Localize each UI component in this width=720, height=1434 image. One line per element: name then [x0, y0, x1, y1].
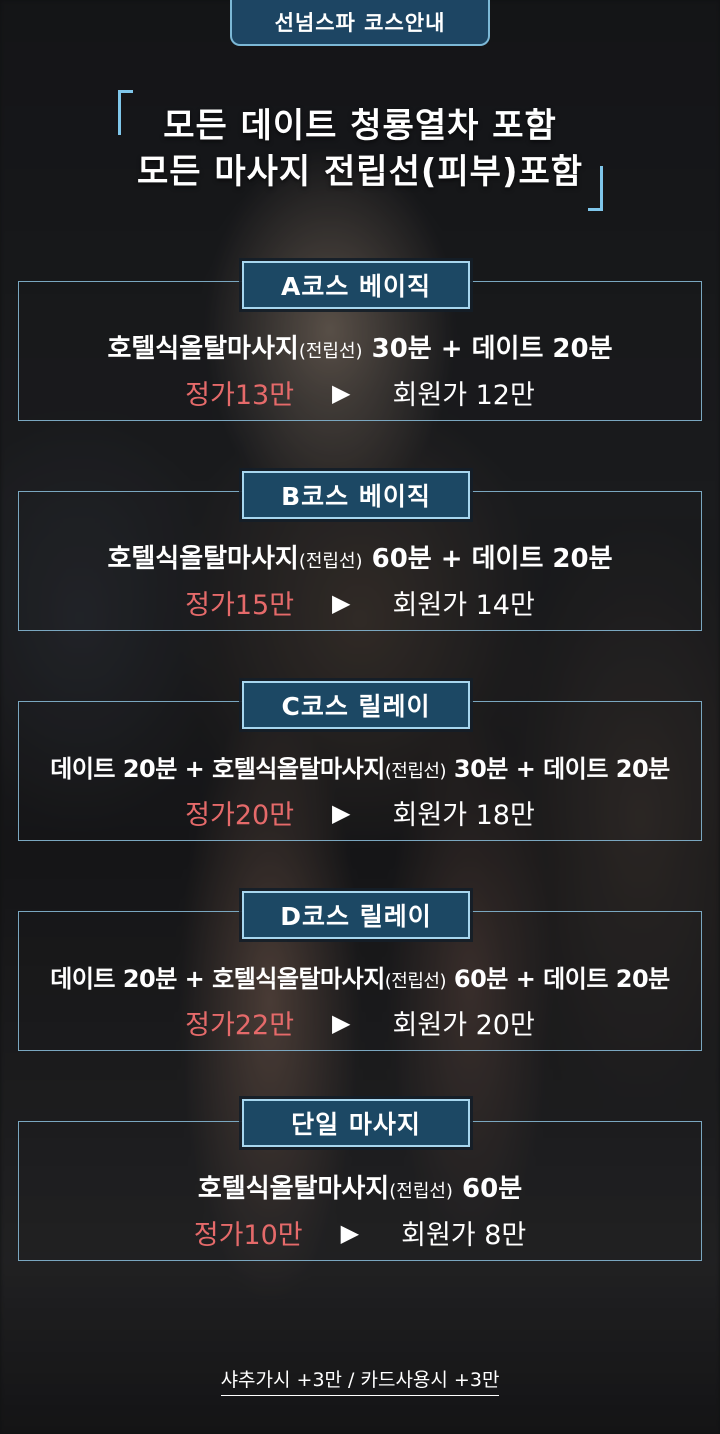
description-tail: 60분 + 데이트 20분: [446, 965, 670, 993]
description-tail: 60분: [452, 1174, 523, 1204]
course-description-c: 데이트 20분 + 호텔식올탈마사지(전립선) 30분 + 데이트 20분: [18, 749, 702, 784]
course-badge-label: 단일 마사지: [291, 1110, 421, 1139]
course-badge-label: B코스 베이직: [281, 482, 431, 511]
description-paren: (전립선): [389, 1181, 453, 1202]
headline-line-2: 모든 마사지 전립선(피부)포함: [136, 152, 584, 192]
course-badge-label: C코스 릴레이: [281, 692, 431, 721]
description-tail: 30분 + 데이트 20분: [362, 334, 613, 364]
course-badge-label: D코스 릴레이: [280, 902, 432, 931]
description-paren: (전립선): [298, 551, 363, 572]
course-badge-single: 단일 마사지: [242, 1099, 470, 1147]
footer-note: 샤추가시 +3만 / 카드사용시 +3만: [0, 1365, 720, 1396]
surcharge-note: 샤추가시 +3만 / 카드사용시 +3만: [220, 1369, 500, 1396]
description-main: 호텔식올탈마사지: [107, 544, 299, 574]
description-tail: 30분 + 데이트 20분: [446, 755, 670, 783]
course-badge-a: A코스 베이직: [242, 261, 470, 309]
regular-price: 정가13만: [185, 380, 295, 411]
description-tail: 60분 + 데이트 20분: [362, 544, 613, 574]
member-price: 회원가 8만: [401, 1220, 527, 1251]
course-description-b: 호텔식올탈마사지(전립선) 60분 + 데이트 20분: [18, 538, 702, 575]
price-row-c: 정가20만 ▶ 회원가 18만: [18, 793, 702, 832]
price-row-b: 정가15만 ▶ 회원가 14만: [18, 583, 702, 622]
course-description-a: 호텔식올탈마사지(전립선) 30분 + 데이트 20분: [18, 328, 702, 365]
arrow-right-icon: ▶: [340, 1218, 360, 1247]
member-price: 회원가 12만: [392, 380, 535, 411]
page-title-tab: 선넘스파 코스안내: [230, 0, 490, 46]
member-price: 회원가 20만: [392, 1010, 535, 1041]
arrow-right-icon: ▶: [332, 588, 351, 617]
regular-price: 정가15만: [185, 590, 295, 621]
course-badge-label: A코스 베이직: [280, 272, 432, 301]
regular-price: 정가22만: [185, 1010, 295, 1041]
description-main: 호텔식올탈마사지: [107, 334, 299, 364]
arrow-right-icon: ▶: [332, 1008, 351, 1037]
description-paren: (전립선): [384, 761, 447, 782]
description-main: 데이트 20분 + 호텔식올탈마사지: [50, 755, 385, 783]
regular-price: 정가20만: [185, 800, 295, 831]
member-price: 회원가 14만: [392, 590, 535, 621]
course-badge-b: B코스 베이직: [242, 471, 470, 519]
regular-price: 정가10만: [193, 1220, 303, 1251]
description-main: 데이트 20분 + 호텔식올탈마사지: [50, 965, 385, 993]
headline-line-1: 모든 데이트 청룡열차 포함: [163, 106, 557, 146]
course-description-single: 호텔식올탈마사지(전립선) 60분: [18, 1168, 702, 1205]
price-row-a: 정가13만 ▶ 회원가 12만: [18, 373, 702, 412]
page-title: 선넘스파 코스안내: [274, 11, 446, 35]
description-paren: (전립선): [384, 971, 447, 992]
arrow-right-icon: ▶: [332, 798, 351, 827]
member-price: 회원가 18만: [392, 800, 535, 831]
description-main: 호텔식올탈마사지: [197, 1174, 390, 1204]
quote-bracket-close: [588, 166, 603, 211]
course-badge-d: D코스 릴레이: [242, 891, 470, 939]
course-description-d: 데이트 20분 + 호텔식올탈마사지(전립선) 60분 + 데이트 20분: [18, 959, 702, 994]
description-paren: (전립선): [298, 341, 363, 362]
price-row-d: 정가22만 ▶ 회원가 20만: [18, 1003, 702, 1042]
course-badge-c: C코스 릴레이: [242, 681, 470, 729]
arrow-right-icon: ▶: [332, 378, 351, 407]
price-row-single: 정가10만 ▶ 회원가 8만: [18, 1213, 702, 1252]
